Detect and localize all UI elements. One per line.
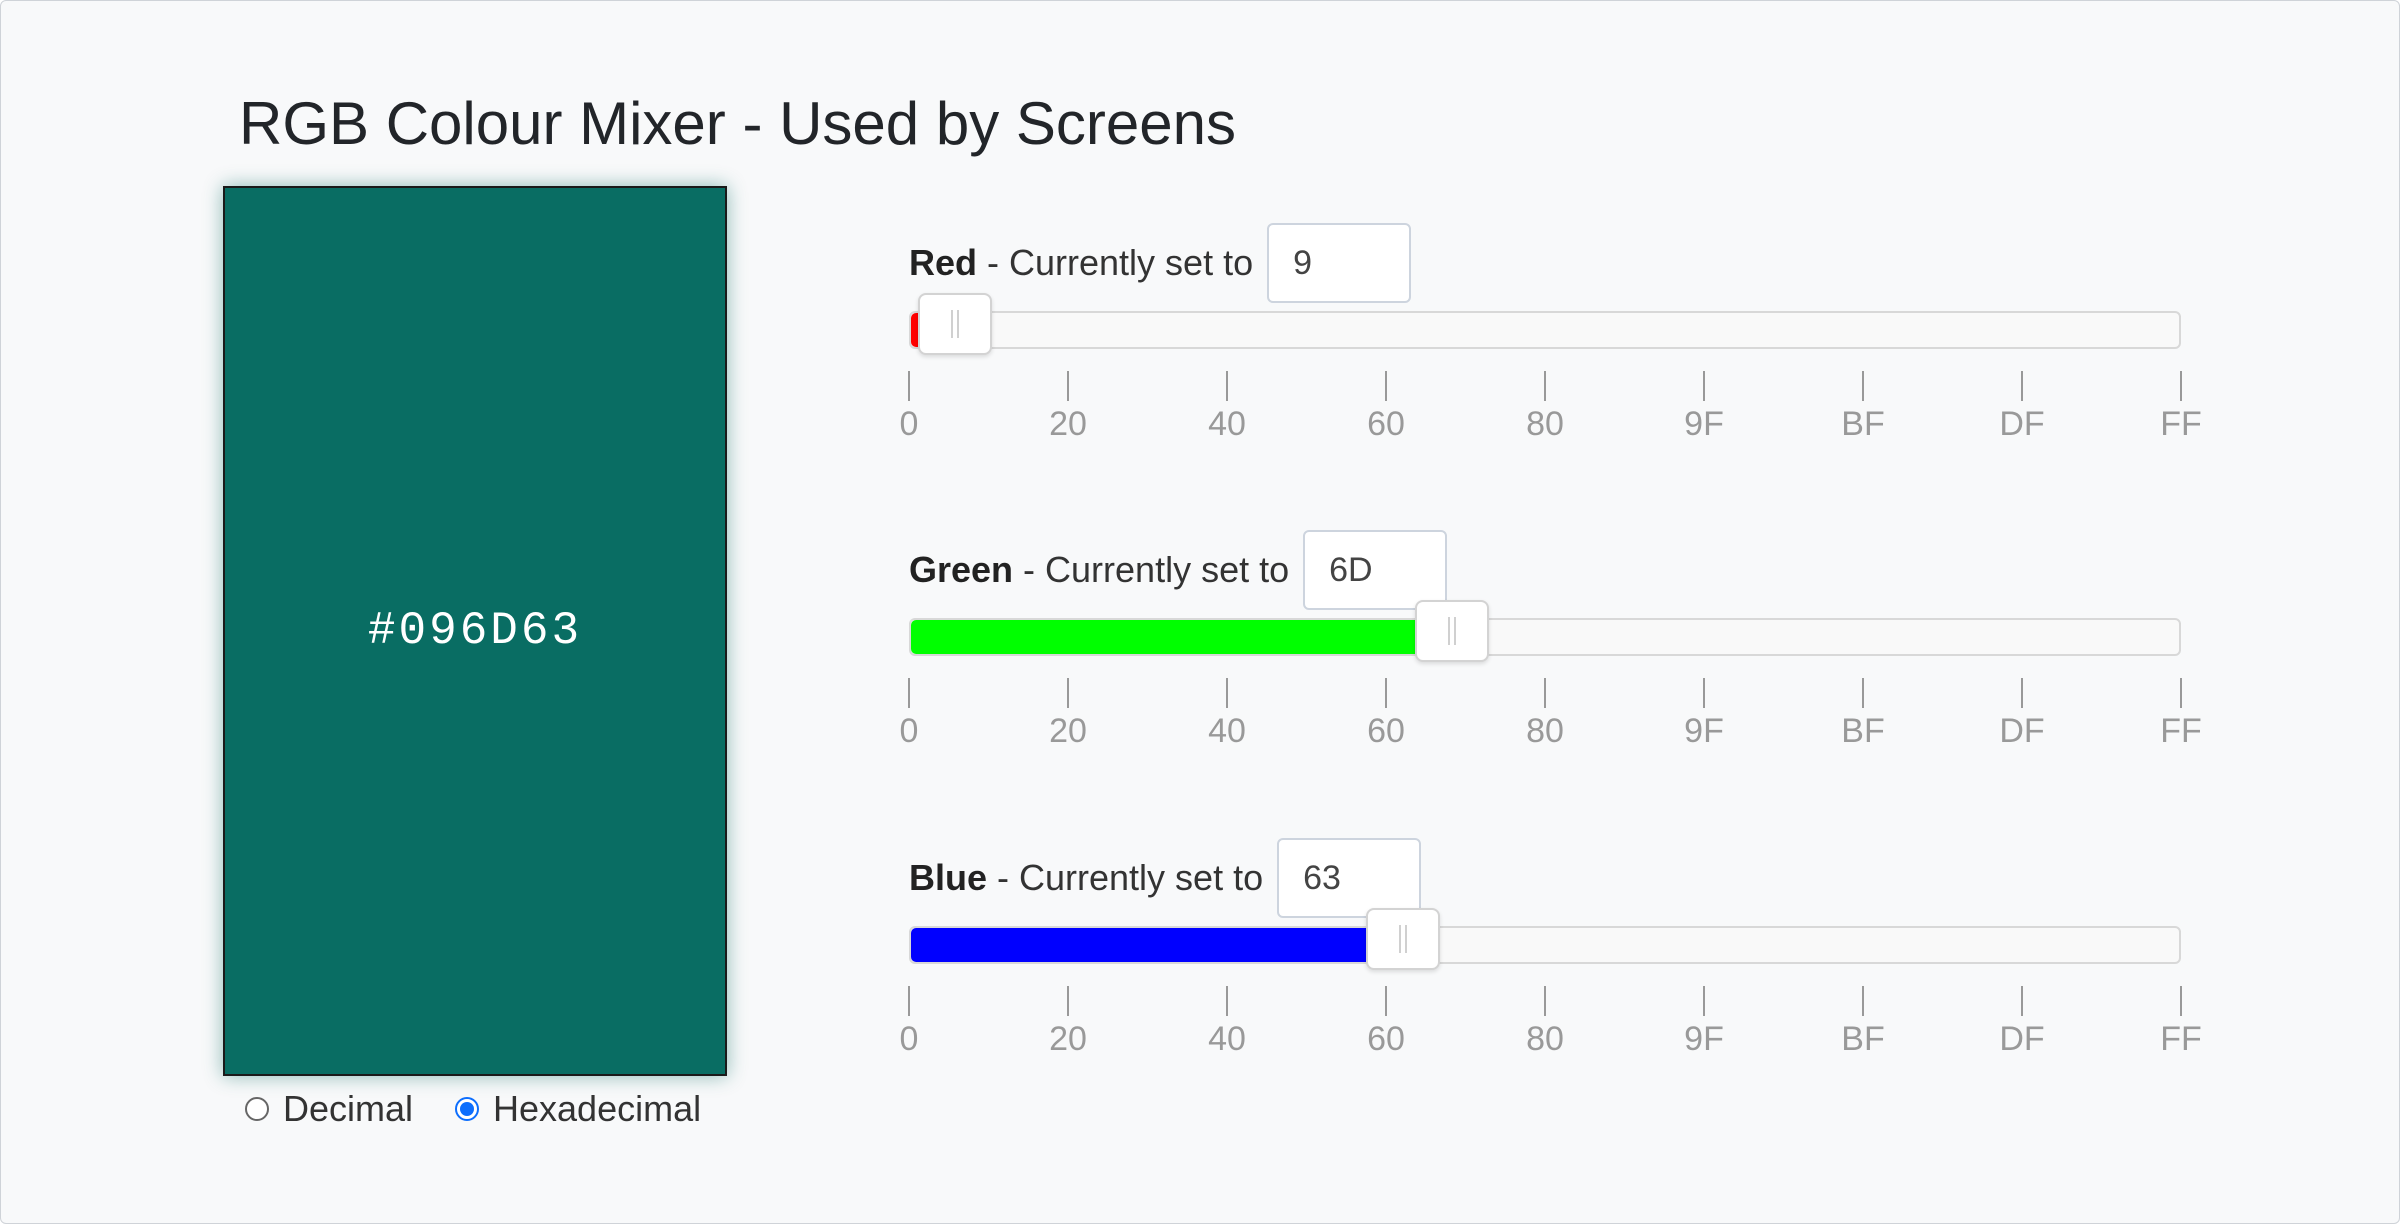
colour-preview-swatch: #096D63 [223,186,727,1076]
scale-tick-label: 0 [899,1020,919,1058]
green-channel: Green - Currently set to 6D 0 20 40 60 80 9F B… [900,528,2209,768]
scale-tick [2021,678,2023,708]
red-slider-handle[interactable] [918,293,993,355]
scale-tick-label: 20 [1049,712,1087,750]
scale-tick-label: DF [1999,1020,2045,1058]
scale-tick-label: DF [1999,405,2045,443]
red-slider-scale: 0 20 40 60 80 9F BF DF FF [900,371,2202,451]
scale-tick [1226,371,1228,401]
scale-tick-label: FF [2160,405,2202,443]
scale-tick [2180,986,2182,1016]
scale-tick-label: 80 [1526,405,1564,443]
scale-tick-label: 80 [1526,712,1564,750]
decimal-radio-button[interactable] [245,1097,269,1121]
scale-tick-label: 40 [1208,712,1246,750]
scale-tick-label: BF [1841,712,1885,750]
scale-tick [1067,986,1069,1016]
blue-slider-track[interactable] [909,908,2181,970]
scale-tick [1544,371,1546,401]
green-slider-handle[interactable] [1415,600,1490,662]
blue-channel: Blue - Currently set to 63 0 20 40 60 80 9F BF… [900,836,2209,1076]
scale-tick [1862,678,1864,708]
blue-value-input[interactable]: 63 [1277,838,1422,918]
scale-tick-label: 0 [899,405,919,443]
blue-slider-fill [911,928,1403,962]
green-channel-caption: - Currently set to [1023,549,1290,590]
blue-channel-caption: - Currently set to [997,857,1264,898]
scale-tick [1385,371,1387,401]
scale-tick [2180,678,2182,708]
scale-tick-label: 20 [1049,1020,1087,1058]
red-channel-caption: - Currently set to [987,242,1254,283]
green-value-input[interactable]: 6D [1303,530,1448,610]
red-channel: Red - Currently set to 9 0 20 40 60 80 9F BF DF… [900,221,2209,461]
scale-tick [1067,371,1069,401]
scale-tick-label: 40 [1208,1020,1246,1058]
scale-tick [1067,678,1069,708]
hexadecimal-radio-label: Hexadecimal [493,1088,702,1129]
blue-channel-name: Blue [909,857,988,898]
colour-hex-code: #096D63 [367,605,583,657]
page-title: RGB Colour Mixer - Used by Screens [239,90,1236,157]
scale-tick [1226,678,1228,708]
scale-tick [1385,678,1387,708]
scale-tick [1385,986,1387,1016]
decimal-radio-option[interactable]: Decimal [245,1087,413,1131]
mixer-panel: RGB Colour Mixer - Used by Screens #096D… [0,0,2400,1224]
scale-tick-label: 0 [899,712,919,750]
scale-tick-label: BF [1841,1020,1885,1058]
scale-tick [1862,986,1864,1016]
scale-tick-label: 80 [1526,1020,1564,1058]
scale-tick-label: 60 [1367,1020,1405,1058]
blue-channel-label: Blue - Currently set to 63 [909,836,1422,920]
scale-tick [1703,371,1705,401]
scale-tick [1703,986,1705,1016]
scale-tick-label: BF [1841,405,1885,443]
decimal-radio-label: Decimal [283,1088,414,1129]
scale-tick [2021,986,2023,1016]
red-channel-name: Red [909,242,978,283]
scale-tick [1544,678,1546,708]
scale-tick-label: 9F [1684,405,1724,443]
scale-tick-label: 20 [1049,405,1087,443]
scale-tick-label: 9F [1684,712,1724,750]
green-channel-label: Green - Currently set to 6D [909,528,1448,612]
scale-tick-label: 9F [1684,1020,1724,1058]
scale-tick-label: FF [2160,1020,2202,1058]
scale-tick [908,678,910,708]
green-channel-name: Green [909,549,1014,590]
scale-tick [1703,678,1705,708]
red-value-input[interactable]: 9 [1267,223,1412,303]
green-slider-track[interactable] [909,600,2181,662]
scale-tick [908,371,910,401]
scale-tick [2021,371,2023,401]
scale-tick-label: 60 [1367,712,1405,750]
scale-tick-label: 60 [1367,405,1405,443]
scale-tick [908,986,910,1016]
scale-tick [2180,371,2182,401]
scale-tick [1544,986,1546,1016]
scale-tick [1862,371,1864,401]
blue-slider-handle[interactable] [1365,908,1440,970]
green-slider-scale: 0 20 40 60 80 9F BF DF FF [900,678,2202,758]
scale-tick-label: DF [1999,712,2045,750]
hexadecimal-radio-button[interactable] [455,1097,479,1121]
green-slider-fill [911,620,1453,654]
scale-tick-label: 40 [1208,405,1246,443]
hexadecimal-radio-option[interactable]: Hexadecimal [455,1087,701,1131]
red-slider-track[interactable] [909,293,2181,355]
scale-tick [1226,986,1228,1016]
blue-slider-scale: 0 20 40 60 80 9F BF DF FF [900,986,2202,1066]
scale-tick-label: FF [2160,712,2202,750]
